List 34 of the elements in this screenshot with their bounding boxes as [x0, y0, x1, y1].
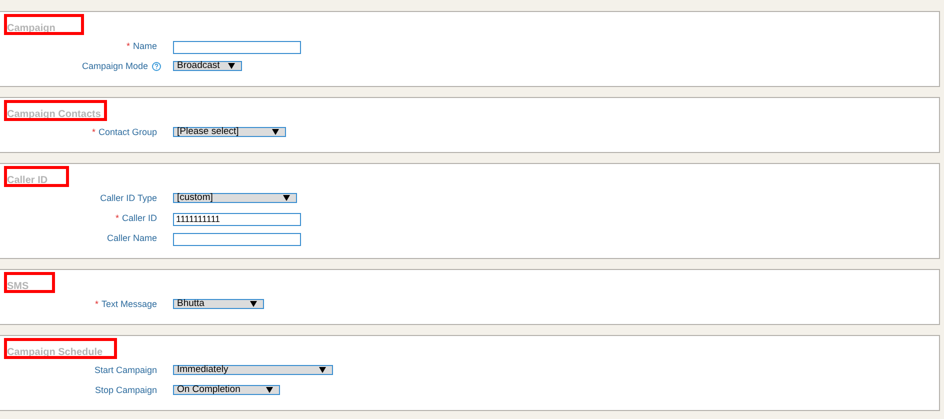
select-dropdown[interactable]: Immediately — [173, 365, 333, 375]
caret-icon — [272, 129, 279, 135]
caret-icon — [228, 63, 235, 69]
text-field[interactable] — [173, 40, 301, 54]
caret-icon — [319, 367, 326, 373]
select-dropdown[interactable]: On Completion — [173, 385, 280, 395]
select-dropdown[interactable]: Broadcast — [173, 61, 242, 71]
field-label: Name — [132, 41, 157, 51]
section-title: Campaign Contacts — [7, 109, 101, 120]
help-icon[interactable] — [152, 62, 161, 70]
required-asterisk: * — [94, 299, 98, 309]
field-label: Text Message — [101, 299, 157, 309]
required-asterisk: * — [92, 127, 96, 137]
text-field[interactable]: 1111111111 — [173, 212, 301, 226]
field-label: Stop Campaign — [94, 385, 157, 395]
section-title: Campaign Schedule — [7, 347, 103, 358]
field-label: Campaign Mode — [82, 61, 148, 71]
caret-icon — [283, 195, 290, 201]
select-dropdown[interactable]: [custom] — [173, 193, 297, 203]
select-dropdown[interactable]: Bhutta — [173, 299, 264, 309]
section-title: SMS — [7, 281, 29, 292]
text-field[interactable] — [173, 232, 301, 246]
required-asterisk: * — [115, 213, 119, 223]
caret-icon — [266, 387, 273, 393]
select-dropdown[interactable]: [Please select] — [173, 127, 286, 137]
caret-icon — [250, 301, 257, 307]
required-asterisk: * — [126, 41, 130, 51]
field-label: Caller ID — [122, 213, 157, 223]
field-label: Contact Group — [98, 127, 157, 137]
field-label: Start Campaign — [94, 365, 157, 375]
field-label: Caller ID Type — [100, 193, 157, 203]
section-title: Caller ID — [7, 175, 48, 186]
section-title: Campaign — [7, 23, 56, 34]
field-label: Caller Name — [106, 233, 157, 243]
